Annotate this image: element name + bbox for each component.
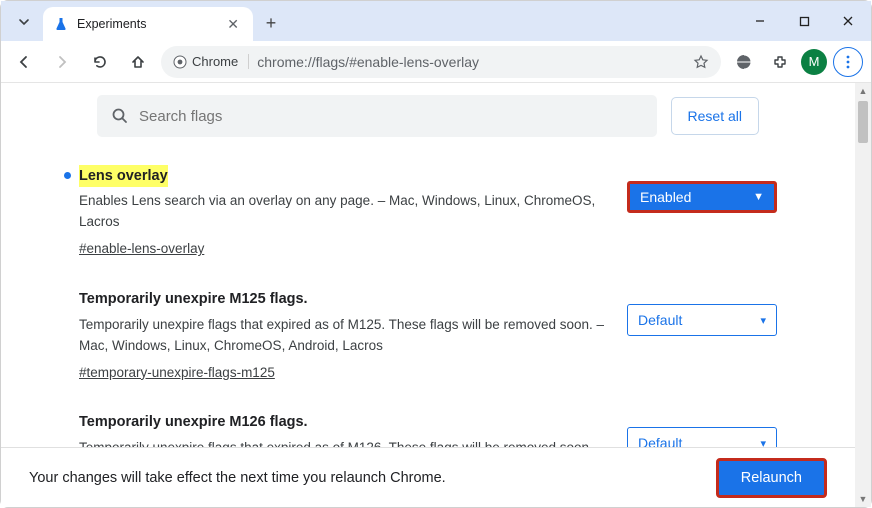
browser-toolbar: Chrome chrome://flags/#enable-lens-overl…	[1, 41, 871, 83]
arrow-left-icon	[16, 54, 32, 70]
dots-vertical-icon	[846, 55, 850, 69]
globe-icon	[735, 53, 753, 71]
tab-search-button[interactable]	[7, 7, 41, 37]
browser-tab[interactable]: Experiments ✕	[43, 7, 253, 41]
flags-list: Lens overlay Enables Lens search via an …	[1, 151, 855, 494]
flag-title: Temporarily unexpire M126 flags.	[79, 411, 308, 433]
tab-close-button[interactable]: ✕	[223, 14, 243, 35]
scroll-up-button[interactable]: ▲	[855, 83, 871, 99]
flag-state-value: Default	[638, 312, 682, 328]
flag-description: Enables Lens search via an overlay on an…	[79, 193, 595, 229]
maximize-button[interactable]	[785, 7, 823, 35]
puzzle-icon	[772, 54, 788, 70]
relaunch-button[interactable]: Relaunch	[716, 458, 827, 498]
home-icon	[130, 54, 146, 70]
window-controls	[741, 1, 867, 41]
chevron-down-icon: ▼	[753, 191, 764, 203]
chrome-icon	[173, 55, 187, 69]
page-content: Reset all Lens overlay Enables Lens sear…	[1, 83, 871, 507]
chevron-down-icon	[18, 16, 30, 28]
star-icon	[693, 54, 709, 70]
bookmark-button[interactable]	[693, 54, 709, 70]
chrome-menu-button[interactable]	[833, 47, 863, 77]
flag-item: Lens overlay Enables Lens search via an …	[63, 151, 793, 274]
flag-state-value: Enabled	[640, 189, 691, 205]
close-window-button[interactable]	[829, 7, 867, 35]
relaunch-bar: Your changes will take effect the next t…	[1, 447, 855, 507]
flag-state-select[interactable]: Default ▾	[627, 304, 777, 336]
search-flags-input[interactable]	[139, 108, 643, 125]
window-titlebar: Experiments ✕ +	[1, 1, 871, 41]
reset-all-button[interactable]: Reset all	[671, 97, 759, 135]
scrollbar[interactable]: ▲ ▼	[855, 83, 871, 507]
flag-description: Temporarily unexpire flags that expired …	[79, 317, 604, 353]
extensions-button[interactable]	[765, 47, 795, 77]
arrow-right-icon	[54, 54, 70, 70]
forward-button[interactable]	[47, 47, 77, 77]
back-button[interactable]	[9, 47, 39, 77]
flag-title: Lens overlay	[79, 165, 168, 187]
privacy-button[interactable]	[729, 47, 759, 77]
profile-avatar[interactable]: M	[801, 49, 827, 75]
modified-indicator	[64, 172, 71, 179]
flag-anchor-link[interactable]: #temporary-unexpire-flags-m125	[79, 363, 275, 384]
scroll-down-button[interactable]: ▼	[855, 491, 871, 507]
address-bar[interactable]: Chrome chrome://flags/#enable-lens-overl…	[161, 46, 721, 78]
relaunch-message: Your changes will take effect the next t…	[29, 470, 446, 486]
flask-icon	[53, 16, 69, 32]
new-tab-button[interactable]: +	[257, 9, 285, 37]
minimize-button[interactable]	[741, 7, 779, 35]
reload-icon	[92, 54, 108, 70]
home-button[interactable]	[123, 47, 153, 77]
flag-title: Temporarily unexpire M125 flags.	[79, 288, 308, 310]
url-text: chrome://flags/#enable-lens-overlay	[257, 54, 685, 70]
chevron-down-icon: ▾	[760, 314, 766, 327]
reload-button[interactable]	[85, 47, 115, 77]
tab-title: Experiments	[77, 17, 223, 31]
scroll-thumb[interactable]	[858, 101, 868, 143]
flag-item: Temporarily unexpire M125 flags. Tempora…	[63, 274, 793, 397]
flag-state-select[interactable]: Enabled ▼	[627, 181, 777, 213]
flag-anchor-link[interactable]: #enable-lens-overlay	[79, 239, 204, 260]
site-chip[interactable]: Chrome	[173, 54, 249, 69]
site-chip-label: Chrome	[192, 54, 238, 69]
search-flags-box[interactable]	[97, 95, 657, 137]
search-icon	[111, 107, 129, 125]
